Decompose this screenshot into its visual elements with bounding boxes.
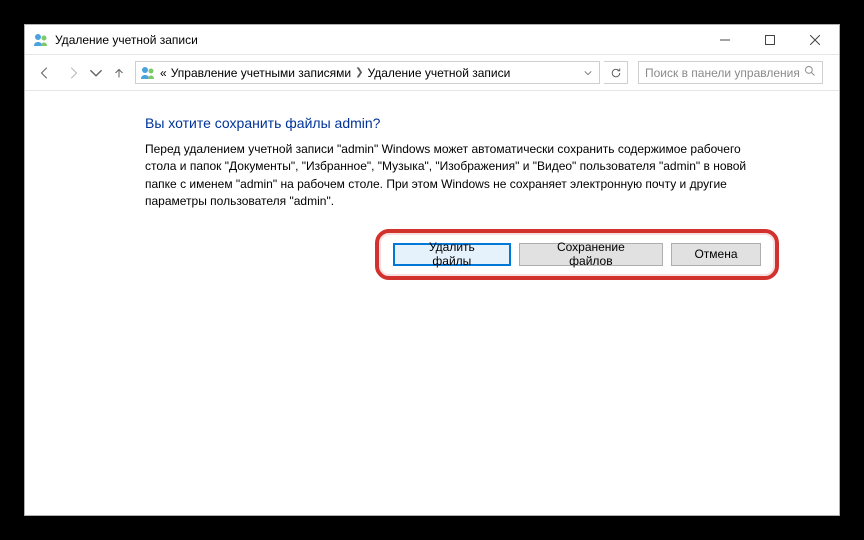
breadcrumb-item[interactable]: Управление учетными записями (171, 66, 351, 80)
page-heading: Вы хотите сохранить файлы admin? (145, 115, 779, 131)
maximize-button[interactable] (747, 25, 792, 54)
breadcrumb-item[interactable]: Удаление учетной записи (368, 66, 511, 80)
window-frame: Удаление учетной записи (24, 24, 840, 516)
forward-button[interactable] (61, 61, 85, 85)
close-button[interactable] (792, 25, 837, 54)
window-controls (702, 25, 837, 54)
minimize-button[interactable] (702, 25, 747, 54)
content-area: Вы хотите сохранить файлы admin? Перед у… (25, 91, 839, 515)
save-files-button[interactable]: Сохранение файлов (519, 243, 663, 266)
nav-bar: « Управление учетными записями ❯ Удалени… (25, 55, 839, 91)
window-title: Удаление учетной записи (55, 33, 702, 47)
page-description: Перед удалением учетной записи "admin" W… (145, 141, 765, 211)
user-accounts-icon (140, 65, 156, 81)
up-button[interactable] (107, 61, 131, 85)
address-dropdown-button[interactable] (579, 66, 597, 80)
refresh-button[interactable] (604, 61, 628, 84)
cancel-button[interactable]: Отмена (671, 243, 761, 266)
title-bar: Удаление учетной записи (25, 25, 839, 55)
chevron-right-icon[interactable]: ❯ (355, 67, 363, 78)
back-button[interactable] (33, 61, 57, 85)
delete-files-button[interactable]: Удалить файлы (393, 243, 511, 266)
address-bar[interactable]: « Управление учетными записями ❯ Удалени… (135, 61, 600, 84)
user-accounts-icon (33, 32, 49, 48)
search-input[interactable] (643, 65, 802, 81)
action-buttons-highlight: Удалить файлы Сохранение файлов Отмена (375, 229, 779, 280)
search-icon[interactable] (802, 65, 818, 80)
recent-locations-button[interactable] (89, 61, 103, 85)
search-box[interactable] (638, 61, 823, 84)
breadcrumb-prefix: « (160, 66, 167, 80)
